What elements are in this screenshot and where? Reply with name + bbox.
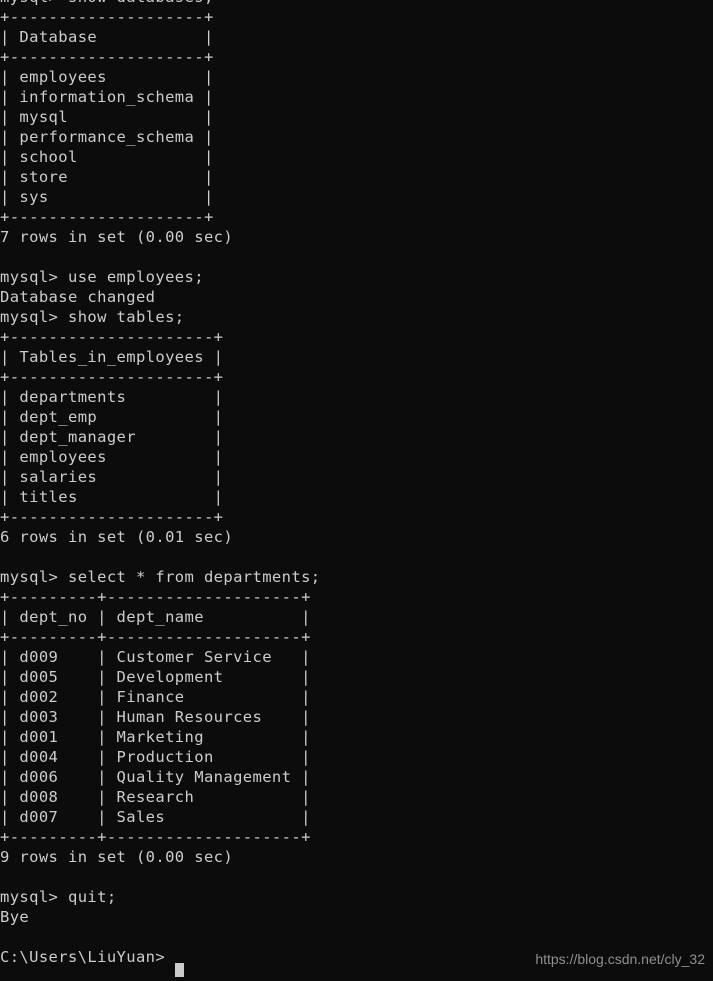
terminal-window[interactable]: +--------+---------+---------+ mysql> sh… xyxy=(0,0,713,981)
text-cursor xyxy=(175,963,184,977)
watermark-url: https://blog.csdn.net/cly_32 xyxy=(535,950,705,968)
console-output[interactable]: mysql> show databases; +----------------… xyxy=(0,0,321,967)
